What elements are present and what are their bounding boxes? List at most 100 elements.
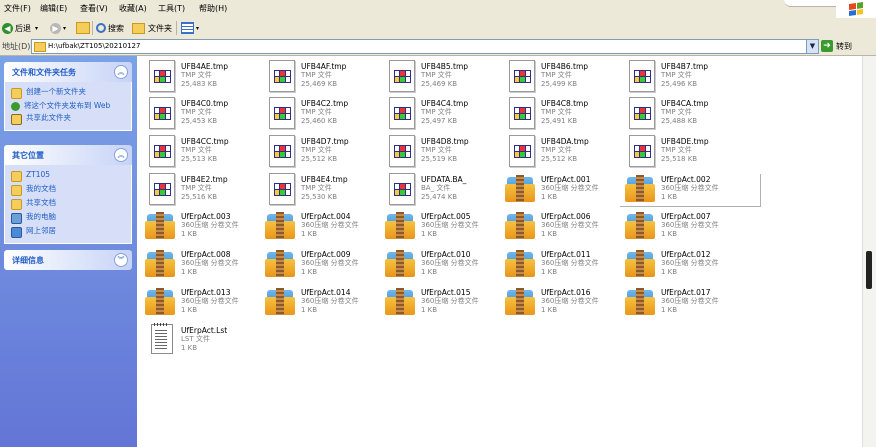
file-item[interactable]: UFB4DE.tmp TMP 文件 25,518 KB [621,133,739,169]
tmp-file-icon [145,173,177,205]
chevron-up-icon[interactable]: ︽ [114,65,128,79]
place-zt105[interactable]: ZT105 [5,169,131,183]
menu-help[interactable]: 帮助(H) [199,3,227,14]
file-size: 25,499 KB [541,80,578,88]
menu-file[interactable]: 文件(F) [4,3,31,14]
file-item[interactable]: UfErpAct.015 360压缩 分卷文件 1 KB [381,284,499,320]
file-item[interactable]: UFB4DA.tmp TMP 文件 25,512 KB [501,133,619,169]
file-item[interactable]: UFB4CA.tmp TMP 文件 25,488 KB [621,95,739,131]
window-edge [784,0,844,7]
file-size: 25,469 KB [421,80,458,88]
file-size: 1 KB [541,193,558,201]
file-type: 360压缩 分卷文件 [661,297,719,305]
file-name: UfErpAct.014 [301,288,351,297]
file-item[interactable]: UFB4E4.tmp TMP 文件 25,530 KB [261,171,379,207]
file-item[interactable]: UFB4C8.tmp TMP 文件 25,491 KB [501,95,619,131]
file-item[interactable]: UfErpAct.012 360压缩 分卷文件 1 KB [621,246,739,282]
file-item[interactable]: UFB4B7.tmp TMP 文件 25,496 KB [621,58,739,94]
place-my-documents[interactable]: 我的文档 [5,183,131,197]
place-shared-documents[interactable]: 共享文档 [5,197,131,211]
file-item[interactable]: UFB4B6.tmp TMP 文件 25,499 KB [501,58,619,94]
chevron-down-icon[interactable]: ︾ [114,253,128,267]
file-size: 25,518 KB [661,155,698,163]
file-size: 1 KB [181,230,198,238]
file-item[interactable]: UFDATA.BA_ BA_ 文件 25,474 KB [381,171,499,207]
menu-edit[interactable]: 编辑(E) [40,3,67,14]
chevron-down-icon: ▾ [63,24,67,32]
up-folder-icon [76,22,90,34]
file-item[interactable]: UFB4E2.tmp TMP 文件 25,516 KB [141,171,259,207]
file-item[interactable]: UFB4B5.tmp TMP 文件 25,469 KB [381,58,499,94]
network-icon [11,227,22,238]
place-label: 共享文档 [26,198,56,207]
file-item[interactable]: UfErpAct.013 360压缩 分卷文件 1 KB [141,284,259,320]
forward-button[interactable]: ▶ ▾ [50,21,66,35]
file-item[interactable]: UfErpAct.009 360压缩 分卷文件 1 KB [261,246,379,282]
task-publish-web[interactable]: 将这个文件夹发布到 Web [5,100,131,112]
file-size: 1 KB [541,230,558,238]
file-item[interactable]: UfErpAct.014 360压缩 分卷文件 1 KB [261,284,379,320]
file-item[interactable]: UfErpAct.001 360压缩 分卷文件 1 KB [501,171,619,207]
toolbar-divider [92,21,93,35]
file-type: TMP 文件 [421,71,452,79]
file-item[interactable]: UfErpAct.004 360压缩 分卷文件 1 KB [261,208,379,244]
views-icon [181,22,194,34]
tmp-file-icon [385,135,417,167]
address-input[interactable]: H:\ufbak\ZT105\20210127 ▼ [31,39,819,54]
folders-button[interactable]: 文件夹 [132,21,172,35]
views-button[interactable]: ▾ [181,21,199,35]
menu-tools[interactable]: 工具(T) [158,3,185,14]
file-item[interactable]: UFB4D8.tmp TMP 文件 25,519 KB [381,133,499,169]
file-item[interactable]: UfErpAct.017 360压缩 分卷文件 1 KB [621,284,739,320]
file-item[interactable]: UFB4C2.tmp TMP 文件 25,460 KB [261,95,379,131]
file-item[interactable]: UFB4C4.tmp TMP 文件 25,497 KB [381,95,499,131]
file-size: 25,512 KB [301,155,338,163]
file-item[interactable]: UfErpAct.006 360压缩 分卷文件 1 KB [501,208,619,244]
file-size: 25,512 KB [541,155,578,163]
archive-file-icon [145,248,177,280]
other-places-panel: 其它位置 ︽ ZT105 我的文档 共享文档 我的电脑 网上邻居 [4,145,132,244]
file-tasks-header[interactable]: 文件和文件夹任务 ︽ [4,62,132,82]
file-item[interactable]: UfErpAct.011 360压缩 分卷文件 1 KB [501,246,619,282]
up-folder-button[interactable] [76,21,90,35]
file-item[interactable]: UfErpAct.Lst LST 文件 1 KB [141,322,259,358]
file-type: TMP 文件 [301,71,332,79]
task-new-folder[interactable]: 创建一个新文件夹 [5,86,131,100]
vertical-scrollbar[interactable] [862,56,876,447]
chevron-down-icon[interactable]: ▼ [806,40,818,53]
file-item[interactable]: UfErpAct.010 360压缩 分卷文件 1 KB [381,246,499,282]
menu-view[interactable]: 查看(V) [80,3,108,14]
menu-favorites[interactable]: 收藏(A) [119,3,147,14]
details-header[interactable]: 详细信息 ︾ [4,250,132,270]
search-button[interactable]: 搜索 [96,21,124,35]
archive-file-icon [145,286,177,318]
other-places-header[interactable]: 其它位置 ︽ [4,145,132,165]
file-type: BA_ 文件 [421,184,451,192]
back-label: 后退 [15,23,31,33]
scrollbar-thumb[interactable] [866,251,872,289]
panel-title: 其它位置 [12,151,44,160]
my-documents-icon [11,185,22,196]
place-network[interactable]: 网上邻居 [5,225,131,239]
task-share-folder[interactable]: 共享此文件夹 [5,112,131,126]
file-item[interactable]: UfErpAct.016 360压缩 分卷文件 1 KB [501,284,619,320]
go-label: 转到 [836,41,852,51]
chevron-up-icon[interactable]: ︽ [114,148,128,162]
file-name: UFB4DE.tmp [661,137,709,146]
file-item[interactable]: UfErpAct.003 360压缩 分卷文件 1 KB [141,208,259,244]
file-item[interactable]: UFB4AF.tmp TMP 文件 25,469 KB [261,58,379,94]
file-item[interactable]: UfErpAct.007 360压缩 分卷文件 1 KB [621,208,739,244]
file-item[interactable]: UFB4D7.tmp TMP 文件 25,512 KB [261,133,379,169]
file-item[interactable]: UFB4CC.tmp TMP 文件 25,513 KB [141,133,259,169]
file-item[interactable]: UFB4AE.tmp TMP 文件 25,483 KB [141,58,259,94]
folder-icon [34,42,46,52]
back-button[interactable]: ◀ 后退 ▾ [2,21,38,35]
file-name: UfErpAct.015 [421,288,471,297]
file-item[interactable]: UFB4C0.tmp TMP 文件 25,453 KB [141,95,259,131]
place-my-computer[interactable]: 我的电脑 [5,211,131,225]
go-button[interactable]: ➔ 转到 [821,39,852,53]
file-type: 360压缩 分卷文件 [181,259,239,267]
file-size: 25,453 KB [181,117,218,125]
file-item[interactable]: UfErpAct.005 360压缩 分卷文件 1 KB [381,208,499,244]
file-item[interactable]: UfErpAct.008 360压缩 分卷文件 1 KB [141,246,259,282]
